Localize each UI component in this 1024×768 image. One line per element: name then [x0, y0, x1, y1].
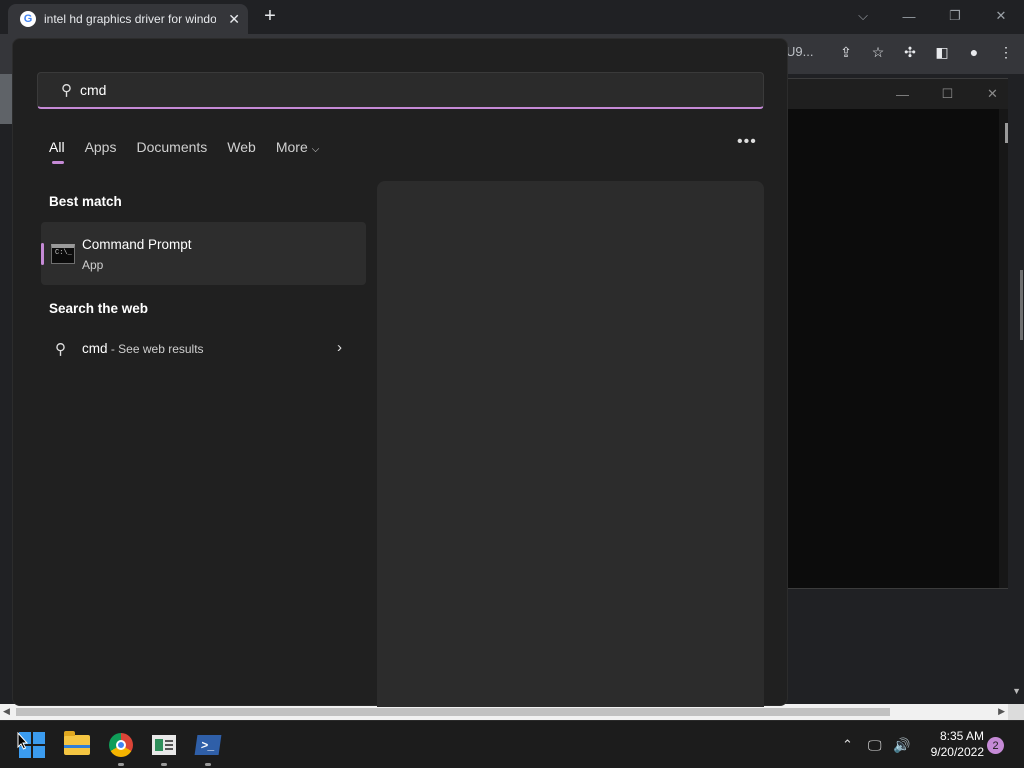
- scroll-right-arrow-icon[interactable]: ▶: [998, 706, 1005, 717]
- url-fragment[interactable]: U9...: [786, 44, 813, 59]
- browser-tab[interactable]: G intel hd graphics driver for windo ✕: [8, 4, 248, 34]
- chevron-down-icon: ⌵: [311, 144, 320, 155]
- filter-documents[interactable]: Documents: [136, 137, 207, 167]
- share-icon[interactable]: ⇪: [834, 40, 858, 64]
- filter-all[interactable]: All: [49, 137, 65, 167]
- web-query-suffix: - See web results: [107, 342, 204, 356]
- search-flyout: ⚲ All Apps Documents Web More⌵ ••• Best …: [12, 38, 788, 707]
- chevron-right-icon: ›: [337, 339, 342, 356]
- clock[interactable]: 8:35 AM 9/20/2022: [922, 728, 984, 760]
- taskbar-chrome[interactable]: [105, 729, 137, 766]
- web-query-term: cmd: [82, 341, 108, 356]
- best-match-result[interactable]: C:\_ Command Prompt App: [41, 222, 366, 285]
- cmd-titlebar: — ☐ ✕: [787, 79, 1015, 109]
- volume-icon[interactable]: 🔊: [893, 721, 910, 768]
- restore-icon[interactable]: ❐: [932, 0, 978, 32]
- close-window-icon[interactable]: ✕: [978, 0, 1024, 32]
- selection-indicator: [41, 243, 44, 265]
- result-type: App: [82, 258, 104, 272]
- window-controls: ⌵ — ❐ ✕: [840, 0, 1024, 32]
- taskbar: >_ ⌃ 🖵 🔊 8:35 AM 9/20/2022 2: [0, 720, 1024, 768]
- best-match-header: Best match: [49, 194, 122, 209]
- filter-more[interactable]: More ⌵: [276, 137, 320, 167]
- taskbar-file-explorer[interactable]: [61, 729, 93, 761]
- taskbar-control-panel[interactable]: [148, 729, 180, 766]
- toolbar-icons: ⇪ ☆ ✣ ◧ ● ⋮: [834, 34, 1018, 70]
- menu-icon[interactable]: ⋮: [994, 40, 1018, 64]
- clock-date: 9/20/2022: [930, 745, 984, 759]
- extensions-icon[interactable]: ✣: [898, 40, 922, 64]
- scroll-down-arrow-icon[interactable]: ▼: [1012, 686, 1021, 696]
- minimize-icon[interactable]: —: [886, 0, 932, 32]
- tab-search-icon[interactable]: ⌵: [840, 0, 886, 32]
- google-icon: G: [20, 11, 36, 27]
- show-hidden-icons-icon[interactable]: ⌃: [842, 721, 853, 768]
- taskbar-powershell[interactable]: >_: [192, 729, 224, 766]
- running-indicator: [205, 763, 211, 766]
- cmd-maximize-icon[interactable]: ☐: [925, 79, 970, 109]
- web-search-result[interactable]: ⚲ cmd - See web results ›: [41, 331, 366, 367]
- search-icon: ⚲: [61, 82, 72, 99]
- search-input[interactable]: [80, 82, 680, 98]
- cmd-window[interactable]: — ☐ ✕: [786, 78, 1016, 589]
- clock-time: 8:35 AM: [939, 729, 984, 743]
- running-indicator: [118, 763, 124, 766]
- control-panel-icon: [152, 735, 176, 755]
- search-box[interactable]: ⚲: [37, 72, 764, 109]
- web-query: cmd - See web results: [82, 341, 204, 356]
- result-name: Command Prompt: [82, 237, 192, 252]
- cmd-console[interactable]: [787, 109, 999, 588]
- filter-apps[interactable]: Apps: [85, 137, 117, 167]
- star-icon[interactable]: ☆: [866, 40, 890, 64]
- filter-web[interactable]: Web: [227, 137, 256, 167]
- scrollbar-corner: [1008, 704, 1024, 720]
- web-search-icon: ⚲: [55, 341, 66, 358]
- preview-pane: [377, 181, 764, 707]
- tab-title: intel hd graphics driver for windo: [44, 12, 216, 26]
- new-tab-button[interactable]: +: [258, 4, 282, 30]
- chrome-icon: [109, 733, 133, 757]
- tab-close-icon[interactable]: ✕: [228, 11, 240, 28]
- profile-icon[interactable]: ●: [962, 40, 986, 64]
- page-vertical-scrollbar[interactable]: [1008, 74, 1024, 704]
- search-filters: All Apps Documents Web More ⌵: [49, 137, 339, 167]
- chrome-tabbar: G intel hd graphics driver for windo ✕ +…: [0, 0, 1024, 34]
- side-panel-icon[interactable]: ◧: [930, 40, 954, 64]
- notification-badge[interactable]: 2: [987, 737, 1004, 754]
- cmd-minimize-icon[interactable]: —: [880, 79, 925, 109]
- scroll-left-arrow-icon[interactable]: ◀: [3, 706, 10, 717]
- network-icon[interactable]: 🖵: [868, 721, 882, 768]
- file-explorer-icon: [64, 731, 90, 755]
- filter-more-label: More: [275, 139, 308, 155]
- running-indicator: [161, 763, 167, 766]
- command-prompt-icon: C:\_: [51, 244, 75, 264]
- more-options-icon[interactable]: •••: [737, 133, 757, 151]
- powershell-icon: >_: [194, 735, 222, 755]
- search-web-header: Search the web: [49, 301, 149, 316]
- desktop: G intel hd graphics driver for windo ✕ +…: [0, 0, 1024, 768]
